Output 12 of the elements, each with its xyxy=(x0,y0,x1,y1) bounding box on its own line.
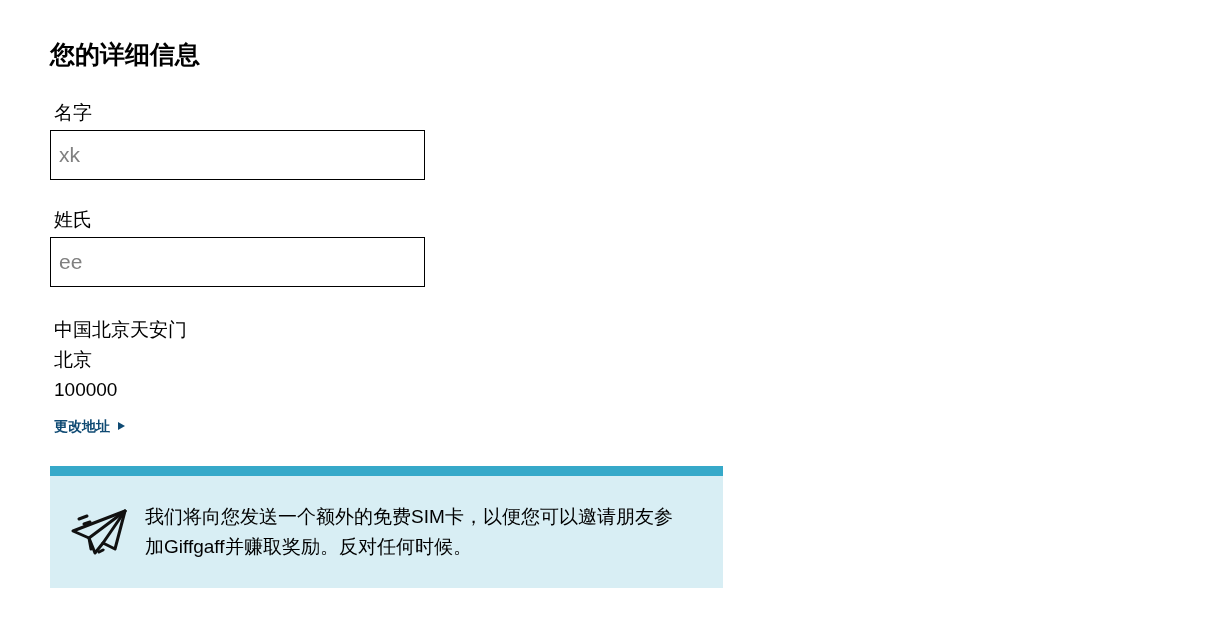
caret-icon xyxy=(118,422,125,430)
input-field[interactable]: xk xyxy=(50,130,425,180)
field-label: 姓氏 xyxy=(54,208,92,232)
change-address-link[interactable]: 更改地址 xyxy=(54,416,125,436)
paper-plane-icon xyxy=(70,509,127,555)
address-line: 北京 xyxy=(54,348,92,372)
address-line: 中国北京天安门 xyxy=(54,318,187,342)
address-line: 100000 xyxy=(54,378,118,402)
field-label: 名字 xyxy=(54,101,92,125)
section-heading: 您的详细信息 xyxy=(50,39,200,70)
info-text: 我们将向您发送一个额外的免费SIM卡，以便您可以邀请朋友参加Giffgaff并赚取奖励。反对任何时候。 xyxy=(145,505,674,559)
input-field[interactable]: ee xyxy=(50,237,425,287)
